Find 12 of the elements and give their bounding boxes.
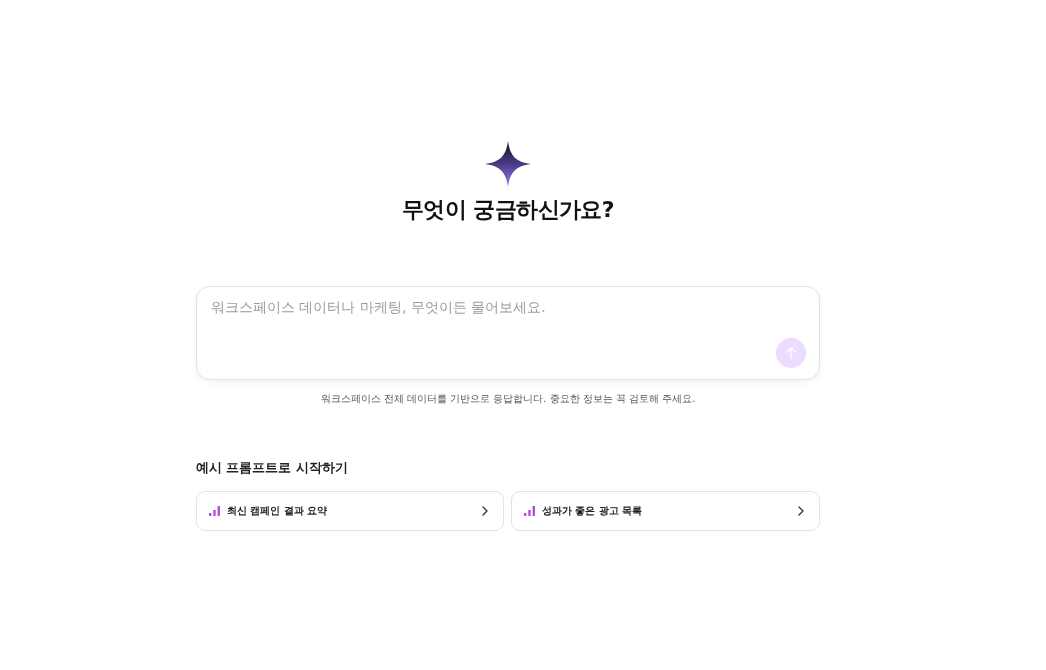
arrow-up-icon (786, 347, 796, 359)
example-prompt-button[interactable]: 최신 캠페인 결과 요약 (196, 491, 504, 531)
chevron-right-icon (481, 506, 489, 516)
page-heading: 무엇이 궁금하신가요? (402, 196, 614, 224)
bar-chart-icon (209, 506, 220, 516)
prompt-field[interactable]: 워크스페이스 데이터나 마케팅, 무엇이든 물어보세요. (196, 286, 820, 380)
bar-chart-icon (524, 506, 535, 516)
chevron-right-icon (797, 506, 805, 516)
sparkle-icon (485, 141, 531, 187)
example-prompt-button[interactable]: 성과가 좋은 광고 목록 (511, 491, 820, 531)
section-heading: 예시 프롬프트로 시작하기 (196, 460, 349, 476)
disclaimer-text: 워크스페이스 전체 데이터를 기반으로 응답합니다. 중요한 정보는 꼭 검토해 주세요. (319, 392, 697, 406)
